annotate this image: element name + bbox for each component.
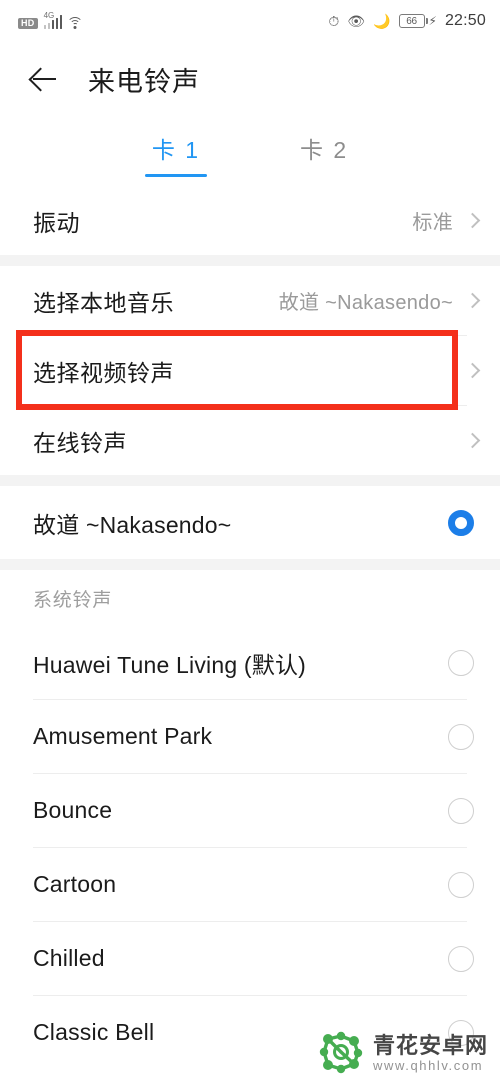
status-bar-right: ⏱ 👁 🌙 66 ⚡ 22:50	[328, 12, 486, 30]
network-type-label: 4G	[43, 11, 55, 20]
vibration-value: 标准	[412, 212, 453, 234]
current-ringtone-group: 故道 ~Nakasendo~	[0, 486, 500, 559]
system-ringtones-group: 系统铃声 Huawei Tune Living (默认) Amusement P…	[0, 570, 500, 1069]
separator-1	[0, 255, 500, 266]
battery-icon: 66 ⚡	[398, 14, 437, 28]
ringtone-label: Chilled	[33, 945, 105, 971]
local-music-label: 选择本地音乐	[33, 289, 174, 316]
ringtone-label: Huawei Tune Living (默认)	[33, 651, 307, 678]
wifi-icon	[67, 16, 84, 29]
radio-button[interactable]	[448, 723, 474, 750]
battery-level: 66	[398, 14, 425, 28]
row-select-local-music[interactable]: 选择本地音乐 故道 ~Nakasendo~	[0, 266, 500, 335]
ringtone-label: Bounce	[33, 797, 113, 823]
radio-button[interactable]	[448, 945, 474, 972]
vibration-group: 振动 标准	[0, 186, 500, 255]
watermark: 青花安卓网 www.qhhlv.com	[318, 1030, 488, 1076]
current-ringtone-label: 故道 ~Nakasendo~	[33, 511, 232, 538]
list-item[interactable]: Chilled	[0, 922, 500, 995]
sim-tabs: 卡 1 卡 2	[0, 116, 500, 186]
row-vibration[interactable]: 振动 标准	[0, 186, 500, 255]
watermark-url: www.qhhlv.com	[372, 1057, 484, 1073]
ringtone-source-group: 选择本地音乐 故道 ~Nakasendo~ 选择视频铃声 在线铃声	[0, 266, 500, 475]
battery-cap	[425, 18, 428, 24]
ringtone-label: Amusement Park	[33, 723, 213, 749]
chevron-right-icon	[464, 292, 481, 309]
row-current-ringtone[interactable]: 故道 ~Nakasendo~	[0, 486, 500, 559]
charging-bolt-icon: ⚡	[428, 14, 437, 28]
radio-button[interactable]	[448, 871, 474, 898]
chevron-right-icon	[464, 362, 481, 379]
chevron-right-icon	[464, 432, 481, 449]
separator-3	[0, 559, 500, 570]
tab-sim-2[interactable]: 卡 2	[296, 125, 352, 177]
vibration-label: 振动	[33, 209, 80, 236]
row-online-ringtone[interactable]: 在线铃声	[0, 406, 500, 475]
signal-bars-icon: 4G	[43, 11, 63, 29]
qhhlv-molecule-logo-icon	[318, 1030, 364, 1076]
title-bar: 来电铃声	[0, 42, 500, 116]
radio-button[interactable]	[448, 797, 474, 824]
chevron-right-icon	[464, 212, 481, 229]
radio-button[interactable]	[448, 649, 474, 676]
separator-2	[0, 475, 500, 486]
eye-comfort-icon: 👁	[347, 13, 366, 29]
clock: 22:50	[444, 12, 486, 29]
do-not-disturb-moon-icon: 🌙	[373, 13, 391, 29]
system-ringtones-header: 系统铃声	[33, 589, 113, 611]
list-item[interactable]: Huawei Tune Living (默认)	[0, 626, 500, 699]
status-bar-left: HD 4G	[18, 11, 84, 29]
hd-icon: HD	[18, 18, 38, 29]
list-item[interactable]: Amusement Park	[0, 700, 500, 773]
status-bar: HD 4G ⏱ 👁 🌙 66 ⚡ 22:50	[0, 0, 500, 42]
alarm-icon: ⏱	[328, 13, 340, 29]
back-arrow-icon[interactable]	[26, 62, 60, 96]
list-item[interactable]: Cartoon	[0, 848, 500, 921]
video-ringtone-label: 选择视频铃声	[33, 359, 174, 386]
phone-screen: HD 4G ⏱ 👁 🌙 66 ⚡ 22:50 来电铃声 卡 1 卡 2 振动 标…	[0, 0, 500, 1084]
page-title: 来电铃声	[88, 66, 200, 97]
radio-current-ringtone[interactable]	[448, 509, 474, 536]
row-select-video-ringtone[interactable]: 选择视频铃声	[0, 336, 500, 405]
online-ringtone-label: 在线铃声	[33, 429, 127, 456]
ringtone-label: Cartoon	[33, 871, 117, 897]
watermark-text: 青花安卓网 www.qhhlv.com	[372, 1032, 488, 1073]
list-item[interactable]: Bounce	[0, 774, 500, 847]
local-music-value: 故道 ~Nakasendo~	[278, 292, 453, 314]
ringtone-label: Classic Bell	[33, 1019, 155, 1045]
watermark-site-name: 青花安卓网	[372, 1032, 488, 1058]
tab-sim-1[interactable]: 卡 1	[148, 125, 204, 177]
